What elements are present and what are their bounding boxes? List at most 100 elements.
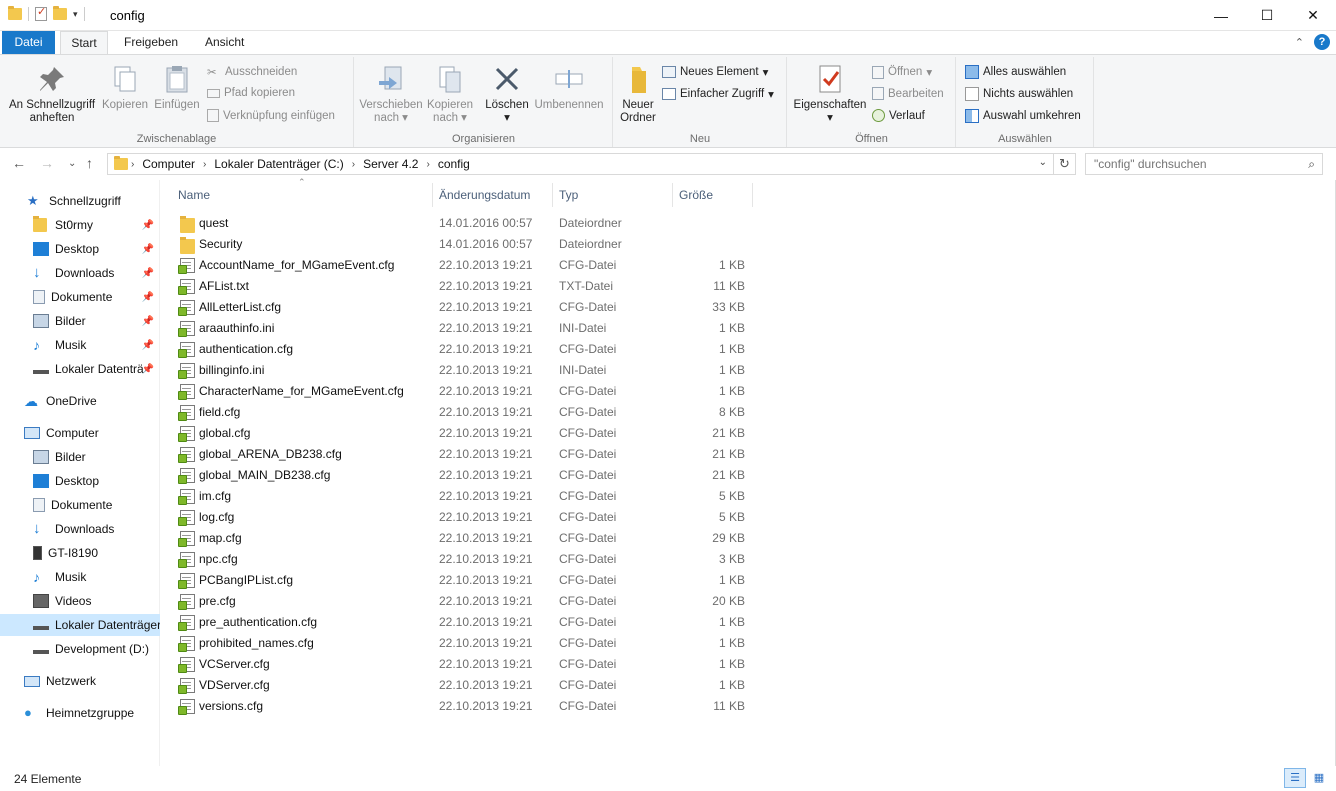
nav-homegroup[interactable]: ● Heimnetzgruppe [0,702,160,724]
pin-icon[interactable]: 📌 [142,220,154,231]
select-all-button[interactable]: Alles auswählen [965,65,1066,79]
pin-icon[interactable]: 📌 [142,244,154,255]
rename-button[interactable]: Umbenennen [533,63,605,112]
table-row[interactable]: AccountName_for_MGameEvent.cfg 22.10.2013… [176,255,756,276]
nav-computer[interactable]: Computer [0,422,160,444]
copy-to-button[interactable]: Kopieren nach ▾ [423,63,477,125]
chevron-right-icon[interactable]: › [128,159,137,170]
nav-computer-drive-d[interactable]: Development (D:) [0,638,160,660]
table-row[interactable]: billinginfo.ini 22.10.2013 19:21 INI-Datei… [176,360,756,381]
table-row[interactable]: log.cfg 22.10.2013 19:21 CFG-Datei 5 KB [176,507,756,528]
nav-quick-local-drive[interactable]: Lokaler Datenträ 📌 [0,358,160,380]
table-row[interactable]: AFList.txt 22.10.2013 19:21 TXT-Datei 11 KB [176,276,756,297]
large-icons-view-icon[interactable]: ▦ [1308,768,1330,788]
paste-shortcut-button[interactable]: Verknüpfung einfügen [207,109,335,122]
nav-onedrive[interactable]: ☁ OneDrive [0,390,160,412]
address-bar[interactable]: › Computer › Lokaler Datenträger (C:) › … [107,153,1054,175]
table-row[interactable]: VDServer.cfg 22.10.2013 19:21 CFG-Datei 1 K… [176,675,756,696]
search-icon[interactable]: ⌕ [1308,157,1315,172]
pin-quick-access-button[interactable]: An Schnellzugriff anheften [6,63,98,125]
cut-button[interactable]: ✂ Ausschneiden [207,65,297,79]
new-item-button[interactable]: Neues Element ▾ [662,65,768,79]
pin-icon[interactable]: 📌 [142,292,154,303]
open-button[interactable]: Öffnen ▾ [872,65,932,79]
properties-icon[interactable] [35,5,47,21]
search-box[interactable]: ⌕ [1085,153,1323,175]
copy-path-button[interactable]: Pfad kopieren [207,87,295,99]
nav-computer-desktop[interactable]: Desktop [0,470,160,492]
column-name[interactable]: Name [172,183,433,207]
history-button[interactable]: Verlauf [872,109,925,122]
table-row[interactable]: Security 14.01.2016 00:57 Dateiordner [176,234,756,255]
nav-computer-phone[interactable]: GT-I8190 [0,542,160,564]
chevron-right-icon[interactable]: › [200,159,209,170]
chevron-right-icon[interactable]: › [349,159,358,170]
table-row[interactable]: map.cfg 22.10.2013 19:21 CFG-Datei 29 KB [176,528,756,549]
invert-selection-button[interactable]: Auswahl umkehren [965,109,1081,123]
search-input[interactable] [1086,154,1286,174]
pin-icon[interactable]: 📌 [142,268,154,279]
move-to-button[interactable]: Verschieben nach ▾ [359,63,423,125]
minimize-button[interactable]: — [1198,0,1244,31]
table-row[interactable]: araauthinfo.ini 22.10.2013 19:21 INI-Datei… [176,318,756,339]
new-folder-icon[interactable] [53,6,67,20]
table-row[interactable]: global_ARENA_DB238.cfg 22.10.2013 19:21 CF… [176,444,756,465]
forward-arrow-icon[interactable]: → [40,155,54,171]
customize-toolbar-icon[interactable]: ▾ [73,9,78,20]
column-type[interactable]: Typ [553,183,673,207]
breadcrumb-config[interactable]: config [433,157,475,171]
column-size[interactable]: Größe [673,183,753,207]
nav-quick-access[interactable]: ★ Schnellzugriff [0,190,160,212]
nav-quick-st0rmy[interactable]: St0rmy 📌 [0,214,160,236]
help-icon[interactable]: ? [1314,34,1330,50]
details-view-icon[interactable]: ☰ [1284,768,1306,788]
pin-icon[interactable]: 📌 [142,364,154,375]
table-row[interactable]: npc.cfg 22.10.2013 19:21 CFG-Datei 3 KB [176,549,756,570]
nav-quick-desktop[interactable]: Desktop 📌 [0,238,160,260]
table-row[interactable]: AllLetterList.cfg 22.10.2013 19:21 CFG-Dat… [176,297,756,318]
pin-icon[interactable]: 📌 [142,340,154,351]
tab-share[interactable]: Freigeben [112,31,190,54]
table-row[interactable]: authentication.cfg 22.10.2013 19:21 CFG-Da… [176,339,756,360]
nav-network[interactable]: Netzwerk [0,670,160,692]
nav-quick-pictures[interactable]: Bilder 📌 [0,310,160,332]
nav-quick-music[interactable]: ♪ Musik 📌 [0,334,160,356]
tab-file[interactable]: Datei [2,31,55,54]
back-arrow-icon[interactable]: ← [12,155,26,171]
select-none-button[interactable]: Nichts auswählen [965,87,1073,101]
navigation-pane[interactable]: ★ Schnellzugriff St0rmy 📌 Desktop 📌 ↓ Do… [0,180,160,766]
nav-computer-pictures[interactable]: Bilder [0,446,160,468]
chevron-down-icon[interactable]: ⌄ [1039,157,1047,168]
table-row[interactable]: quest 14.01.2016 00:57 Dateiordner [176,213,756,234]
chevron-down-icon[interactable]: ▾ [790,112,870,125]
collapse-ribbon-icon[interactable]: ⌃ [1295,36,1304,49]
table-row[interactable]: global.cfg 22.10.2013 19:21 CFG-Datei 21 KB [176,423,756,444]
breadcrumb-computer[interactable]: Computer [137,157,200,171]
table-row[interactable]: PCBangIPList.cfg 22.10.2013 19:21 CFG-Date… [176,570,756,591]
edit-button[interactable]: Bearbeiten [872,87,944,100]
nav-computer-documents[interactable]: Dokumente [0,494,160,516]
pin-icon[interactable]: 📌 [142,316,154,327]
delete-dropdown-icon[interactable]: ▾ [481,112,533,125]
nav-computer-local-drive[interactable]: Lokaler Datenträger [0,614,160,636]
properties-button[interactable]: Eigenschaften ▾ [790,63,870,125]
breadcrumb-drive-c[interactable]: Lokaler Datenträger (C:) [209,157,348,171]
easy-access-button[interactable]: Einfacher Zugriff ▾ [662,87,774,101]
new-folder-button[interactable]: Neuer Ordner [616,63,660,125]
table-row[interactable]: pre_authentication.cfg 22.10.2013 19:21 CF… [176,612,756,633]
nav-quick-downloads[interactable]: ↓ Downloads 📌 [0,262,160,284]
table-row[interactable]: versions.cfg 22.10.2013 19:21 CFG-Datei 11 … [176,696,756,717]
up-arrow-icon[interactable]: ↑ [86,155,93,171]
table-row[interactable]: global_MAIN_DB238.cfg 22.10.2013 19:21 CFG… [176,465,756,486]
close-button[interactable]: ✕ [1290,0,1336,31]
recent-locations-icon[interactable]: ⌄ [68,158,76,169]
tab-start[interactable]: Start [60,31,108,54]
paste-button[interactable]: Einfügen [152,63,202,112]
nav-computer-videos[interactable]: Videos [0,590,160,612]
table-row[interactable]: im.cfg 22.10.2013 19:21 CFG-Datei 5 KB [176,486,756,507]
chevron-right-icon[interactable]: › [423,159,432,170]
delete-button[interactable]: Löschen ▾ [481,63,533,125]
copy-button[interactable]: Kopieren [100,63,150,112]
nav-computer-music[interactable]: ♪ Musik [0,566,160,588]
tab-view[interactable]: Ansicht [193,31,256,54]
